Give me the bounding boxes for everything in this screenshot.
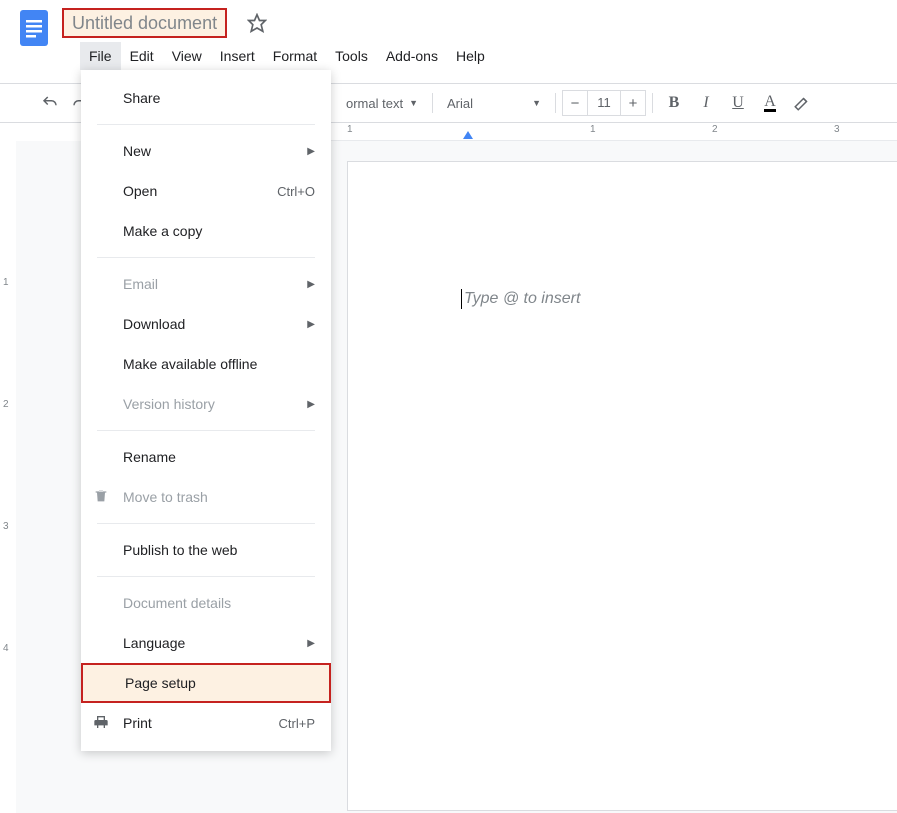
shortcut-text: Ctrl+P bbox=[279, 716, 315, 731]
menu-rename[interactable]: Rename bbox=[81, 437, 331, 477]
font-size-decrease[interactable]: − bbox=[563, 95, 587, 112]
ruler-num: 1 bbox=[3, 277, 9, 288]
print-icon bbox=[93, 714, 109, 733]
chevron-right-icon: ▶ bbox=[307, 319, 315, 330]
ruler-num: 2 bbox=[3, 399, 9, 410]
indent-marker-icon[interactable] bbox=[463, 131, 473, 139]
separator bbox=[97, 430, 315, 431]
menu-make-copy[interactable]: Make a copy bbox=[81, 211, 331, 251]
bold-button[interactable]: B bbox=[659, 89, 689, 117]
styles-label: ormal text bbox=[346, 96, 403, 111]
menu-file[interactable]: File bbox=[80, 42, 121, 70]
menu-offline[interactable]: Make available offline bbox=[81, 344, 331, 384]
ruler-num: 4 bbox=[3, 643, 9, 654]
menu-print[interactable]: Print Ctrl+P bbox=[81, 703, 331, 743]
menu-language[interactable]: Language▶ bbox=[81, 623, 331, 663]
chevron-right-icon: ▶ bbox=[307, 279, 315, 290]
menu-page-setup[interactable]: Page setup bbox=[81, 663, 331, 703]
menu-new[interactable]: New▶ bbox=[81, 131, 331, 171]
menu-open[interactable]: OpenCtrl+O bbox=[81, 171, 331, 211]
menu-download[interactable]: Download▶ bbox=[81, 304, 331, 344]
menu-email[interactable]: Email▶ bbox=[81, 264, 331, 304]
shortcut-text: Ctrl+O bbox=[277, 184, 315, 199]
text-caret bbox=[461, 289, 462, 309]
menu-edit[interactable]: Edit bbox=[121, 42, 163, 70]
menu-help[interactable]: Help bbox=[447, 42, 494, 70]
separator bbox=[652, 93, 653, 113]
font-label: Arial bbox=[447, 96, 473, 111]
menu-doc-details[interactable]: Document details bbox=[81, 583, 331, 623]
highlighter-icon[interactable] bbox=[787, 89, 817, 117]
file-dropdown: Share New▶ OpenCtrl+O Make a copy Email▶… bbox=[81, 70, 331, 751]
page[interactable]: Type @ to insert bbox=[347, 161, 897, 811]
separator bbox=[97, 124, 315, 125]
underline-button[interactable]: U bbox=[723, 89, 753, 117]
trash-icon bbox=[93, 488, 109, 507]
ruler-num: 1 bbox=[590, 124, 596, 135]
ruler-num: 3 bbox=[3, 521, 9, 532]
chevron-down-icon: ▼ bbox=[409, 98, 418, 108]
ruler-num: 1 bbox=[347, 124, 353, 135]
separator bbox=[97, 523, 315, 524]
separator bbox=[97, 257, 315, 258]
undo-icon[interactable] bbox=[36, 89, 64, 117]
chevron-right-icon: ▶ bbox=[307, 399, 315, 410]
chevron-right-icon: ▶ bbox=[307, 146, 315, 157]
menu-bar: File Edit View Insert Format Tools Add-o… bbox=[80, 42, 494, 70]
menu-tools[interactable]: Tools bbox=[326, 42, 377, 70]
document-title[interactable]: Untitled document bbox=[62, 8, 227, 38]
menu-insert[interactable]: Insert bbox=[211, 42, 264, 70]
separator bbox=[432, 93, 433, 113]
chevron-down-icon: ▼ bbox=[532, 98, 541, 108]
ruler-num: 2 bbox=[712, 124, 718, 135]
separator bbox=[97, 576, 315, 577]
menu-version-history[interactable]: Version history▶ bbox=[81, 384, 331, 424]
docs-logo[interactable] bbox=[14, 8, 54, 48]
chevron-right-icon: ▶ bbox=[307, 638, 315, 649]
ruler-num: 3 bbox=[834, 124, 840, 135]
insert-placeholder: Type @ to insert bbox=[464, 290, 580, 308]
font-dropdown[interactable]: Arial ▼ bbox=[439, 89, 549, 117]
star-icon[interactable] bbox=[243, 9, 271, 37]
font-size-increase[interactable]: + bbox=[621, 95, 645, 112]
font-size-value[interactable]: 11 bbox=[587, 91, 621, 115]
styles-dropdown[interactable]: ormal text ▼ bbox=[338, 89, 426, 117]
menu-format[interactable]: Format bbox=[264, 42, 326, 70]
separator bbox=[555, 93, 556, 113]
text-color-button[interactable]: A bbox=[755, 89, 785, 117]
menu-move-trash[interactable]: Move to trash bbox=[81, 477, 331, 517]
italic-button[interactable]: I bbox=[691, 89, 721, 117]
menu-view[interactable]: View bbox=[163, 42, 211, 70]
menu-addons[interactable]: Add-ons bbox=[377, 42, 447, 70]
font-size-stepper: − 11 + bbox=[562, 90, 646, 116]
vertical-ruler[interactable]: 1 2 3 4 bbox=[0, 141, 16, 813]
menu-publish[interactable]: Publish to the web bbox=[81, 530, 331, 570]
menu-share[interactable]: Share bbox=[81, 78, 331, 118]
